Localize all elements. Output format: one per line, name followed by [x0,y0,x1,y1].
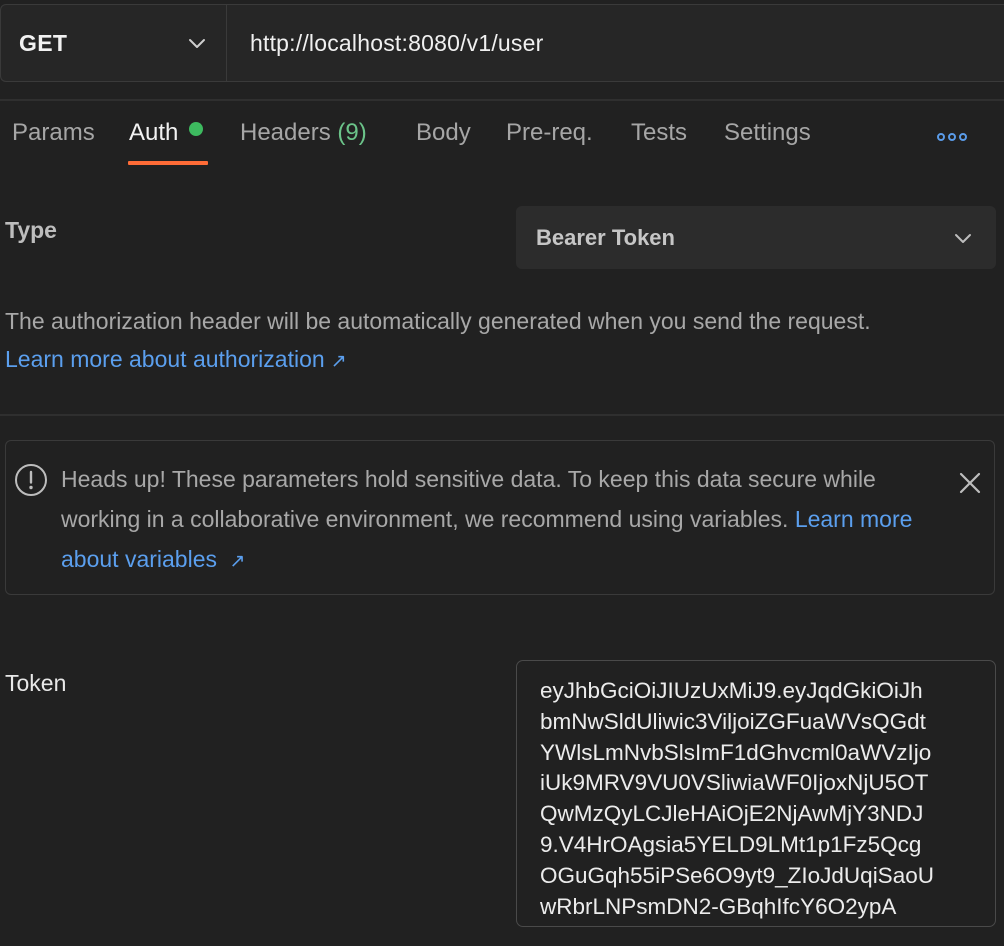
token-line: eyJhbGciOiJIUzUxMiJ9.eyJqdGkiOiJh [540,678,923,703]
request-tabs: Params Auth Headers (9) Body Pre-req. Te… [0,101,1004,171]
banner-message: Heads up! These parameters hold sensitiv… [61,459,941,582]
tab-auth[interactable]: Auth [129,119,204,147]
token-label: Token [5,670,67,696]
auth-type-value: Bearer Token [536,224,675,250]
alert-circle-icon [15,464,47,496]
auth-type-select[interactable]: Bearer Token [516,206,996,269]
tab-pre-request[interactable]: Pre-req. [506,119,593,147]
url-text: http://localhost:8080/v1/user [250,29,544,56]
external-link-icon: ↗ [330,351,347,372]
chevron-down-icon [189,39,205,48]
tab-body[interactable]: Body [416,119,471,147]
banner-text: Heads up! These parameters hold sensitiv… [61,466,876,532]
tab-label: Auth [129,119,179,146]
external-link-icon: ↗ [229,551,246,572]
method-label: GET [19,29,68,56]
tab-headers[interactable]: Headers (9) [240,119,367,147]
token-line: OGuGqh55iPSe6O9yt9_ZIoJdUqiSaoU [540,862,934,888]
token-line: YWlsLmNvbSlsImF1dGhvcml0aWVzIjo [540,739,932,765]
tab-label: Params [12,119,95,146]
link-text: Learn more about authorization [5,346,325,372]
auth-description: The authorization header will be automat… [5,308,871,334]
tab-label: Body [416,119,471,146]
token-line: QwMzQyLCJleHAiOjE2NjAwMjY3NDJ [540,801,924,827]
tab-label: Headers [240,119,331,146]
tab-label: Settings [724,119,811,146]
learn-more-authorization-link[interactable]: Learn more about authorization ↗ [5,346,347,373]
url-input[interactable]: http://localhost:8080/v1/user [226,4,1004,82]
more-horizontal-icon[interactable] [937,131,967,143]
close-icon[interactable] [957,470,983,496]
token-line: iUk9MRV9VU0VSliwiaWF0IjoxNjU5OT [540,770,929,796]
token-line: bmNwSldUliwic3ViljoiZGFuaWVsQGdt [540,708,926,734]
tab-count-badge: (9) [337,119,367,146]
type-label: Type [5,217,57,243]
tab-settings[interactable]: Settings [724,119,811,147]
tab-params[interactable]: Params [12,119,95,147]
token-line: wRbrLNPsmDN2-GBqhIfcY6O2ypA [540,893,897,919]
request-bar: GET http://localhost:8080/v1/user [0,0,1004,84]
token-line: 9.V4HrOAgsia5YELD9LMt1p1Fz5Qcg [540,831,922,857]
method-select[interactable]: GET [0,4,226,82]
tab-label: Pre-req. [506,119,593,146]
tab-tests[interactable]: Tests [631,119,687,147]
status-dot-icon [189,122,204,136]
tab-label: Tests [631,119,688,146]
token-input[interactable]: eyJhbGciOiJIUzUxMiJ9.eyJqdGkiOiJh bmNwSl… [516,660,996,927]
divider [0,414,1004,416]
active-tab-indicator [128,161,208,165]
chevron-down-icon [955,233,971,243]
sensitive-data-banner: Heads up! These parameters hold sensitiv… [5,440,995,595]
